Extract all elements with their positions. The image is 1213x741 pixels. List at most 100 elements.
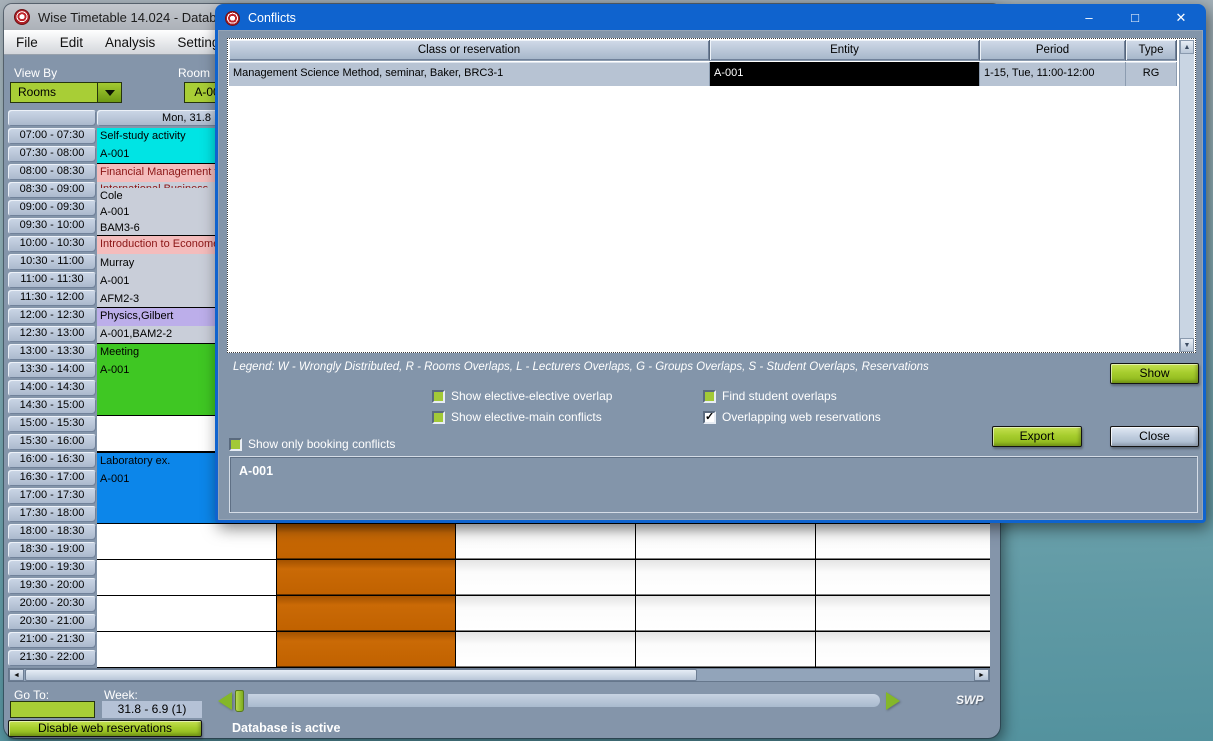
checkbox-label: Overlapping web reservations [722,410,881,424]
menu-analysis[interactable]: Analysis [97,32,163,53]
time-slot-button[interactable]: 16:00 - 16:30 [8,452,96,468]
checkbox-row-find-student: Find student overlaps [703,389,837,403]
dialog-body: Class or reservation Entity Period Type … [218,30,1203,520]
time-slot-button[interactable]: 20:00 - 20:30 [8,596,96,612]
time-slot-button[interactable]: 15:00 - 15:30 [8,416,96,432]
time-slot-button[interactable]: 10:00 - 10:30 [8,236,96,252]
close-icon[interactable]: ✕ [1158,6,1204,30]
time-slot-button[interactable]: 10:30 - 11:00 [8,254,96,270]
dialog-window-controls: – □ ✕ [1066,6,1204,30]
conflicts-table-header: Class or reservation Entity Period Type [229,40,1177,61]
time-slot-button[interactable]: 14:30 - 15:00 [8,398,96,414]
scroll-up-icon[interactable]: ▲ [1180,40,1194,54]
checkbox-label: Show elective-main conflicts [451,410,602,424]
time-slot-button[interactable]: 20:30 - 21:00 [8,614,96,630]
horizontal-scrollbar-thumb[interactable] [25,669,697,681]
chevron-down-icon [105,90,115,96]
time-slot-button[interactable]: 21:00 - 21:30 [8,632,96,648]
week-slider-thumb[interactable] [235,690,244,712]
menu-edit[interactable]: Edit [52,32,91,53]
grid-corner-cell [8,110,96,126]
week-slider-track[interactable] [248,694,880,707]
time-slot-button[interactable]: 09:30 - 10:00 [8,218,96,234]
close-button[interactable]: Close [1110,426,1199,447]
grid-horizontal-scrollbar[interactable]: ◄ ► [8,668,990,682]
conflict-detail-text: A-001 [230,457,1197,478]
swp-label: SWP [956,693,983,707]
view-by-value[interactable]: Rooms [10,82,98,103]
time-slot-button[interactable]: 07:30 - 08:00 [8,146,96,162]
checkbox-row-elective-main: Show elective-main conflicts [432,410,602,424]
time-slot-button[interactable]: 11:00 - 11:30 [8,272,96,288]
time-slot-button[interactable]: 19:30 - 20:00 [8,578,96,594]
time-slot-button[interactable]: 16:30 - 17:00 [8,470,96,486]
conflict-table-row[interactable]: Management Science Method, seminar, Bake… [229,62,1177,86]
time-slot-button[interactable]: 19:00 - 19:30 [8,560,96,576]
week-back-arrow-icon[interactable] [218,692,232,710]
conflict-detail-panel: A-001 [229,456,1198,513]
scroll-left-icon[interactable]: ◄ [9,669,24,681]
wise-timetable-app-icon [14,9,30,25]
table-vertical-scrollbar[interactable]: ▲ ▼ [1179,40,1194,352]
conflicts-table: Class or reservation Entity Period Type … [227,38,1196,353]
scroll-down-icon[interactable]: ▼ [1180,338,1194,352]
time-slot-button[interactable]: 08:30 - 09:00 [8,182,96,198]
conflicts-dialog-icon [225,11,240,26]
view-by-combobox[interactable]: Rooms [10,82,122,103]
time-slot-button[interactable]: 07:00 - 07:30 [8,128,96,144]
scroll-right-icon[interactable]: ► [974,669,989,681]
menu-file[interactable]: File [8,32,46,53]
minimize-icon[interactable]: – [1066,6,1112,30]
elective-main-checkbox[interactable] [432,411,445,424]
cell-entity-selected[interactable]: A-001 [710,62,980,86]
time-slot-button[interactable]: 18:00 - 18:30 [8,524,96,540]
time-slot-button[interactable]: 08:00 - 08:30 [8,164,96,180]
time-slot-button[interactable]: 12:30 - 13:00 [8,326,96,342]
goto-input[interactable] [10,701,95,718]
week-forward-arrow-icon[interactable] [886,692,900,710]
dialog-titlebar[interactable]: Conflicts – □ ✕ [217,6,1204,30]
column-header-type[interactable]: Type [1126,40,1177,61]
time-slot-button[interactable]: 17:00 - 17:30 [8,488,96,504]
time-slot-button[interactable]: 11:30 - 12:00 [8,290,96,306]
week-value: 31.8 - 6.9 (1) [102,701,202,718]
column-header-class[interactable]: Class or reservation [229,40,710,61]
time-slot-button[interactable]: 18:30 - 19:00 [8,542,96,558]
disable-web-reservations-button[interactable]: Disable web reservations [8,720,202,737]
main-window-title: Wise Timetable 14.024 - Database [38,10,237,25]
maximize-icon[interactable]: □ [1112,6,1158,30]
cell-period[interactable]: 1-15, Tue, 11:00-12:00 [980,62,1126,86]
room-label: Room [178,66,210,80]
checkbox-label: Show elective-elective overlap [451,389,612,403]
goto-label: Go To: [14,688,49,702]
show-button[interactable]: Show [1110,363,1199,384]
desktop: Wise Timetable 14.024 - Database File Ed… [0,0,1213,741]
time-slot-button[interactable]: 13:30 - 14:00 [8,362,96,378]
time-slot-button[interactable]: 14:00 - 14:30 [8,380,96,396]
time-slot-button[interactable]: 15:30 - 16:00 [8,434,96,450]
show-only-booking-conflicts-checkbox[interactable] [229,438,242,451]
conflicts-dialog: Conflicts – □ ✕ Class or reservation Ent… [215,4,1206,523]
checkbox-label: Show only booking conflicts [248,437,395,451]
cell-type[interactable]: RG [1126,62,1177,86]
time-slot-button[interactable]: 12:00 - 12:30 [8,308,96,324]
checkbox-row-overlapping-web: ✓ Overlapping web reservations [703,410,881,424]
checkbox-label: Find student overlaps [722,389,837,403]
overlapping-web-reservations-checkbox[interactable]: ✓ [703,411,716,424]
time-slot-button[interactable]: 21:30 - 22:00 [8,650,96,666]
checkbox-row-elective-elective: Show elective-elective overlap [432,389,612,403]
time-slot-button[interactable]: 09:00 - 09:30 [8,200,96,216]
find-student-overlaps-checkbox[interactable] [703,390,716,403]
legend-text: Legend: W - Wrongly Distributed, R - Roo… [233,361,929,373]
column-header-period[interactable]: Period [980,40,1126,61]
time-slot-button[interactable]: 17:30 - 18:00 [8,506,96,522]
week-label: Week: [104,688,138,702]
time-slot-button[interactable]: 13:00 - 13:30 [8,344,96,360]
elective-elective-checkbox[interactable] [432,390,445,403]
export-button[interactable]: Export [992,426,1082,447]
view-by-dropdown-button[interactable] [98,82,122,103]
checkbox-row-booking-only: Show only booking conflicts [229,437,395,451]
time-column: 07:00 - 07:30 07:30 - 08:00 08:00 - 08:30 0… [8,128,96,668]
column-header-entity[interactable]: Entity [710,40,980,61]
cell-class[interactable]: Management Science Method, seminar, Bake… [229,62,710,86]
